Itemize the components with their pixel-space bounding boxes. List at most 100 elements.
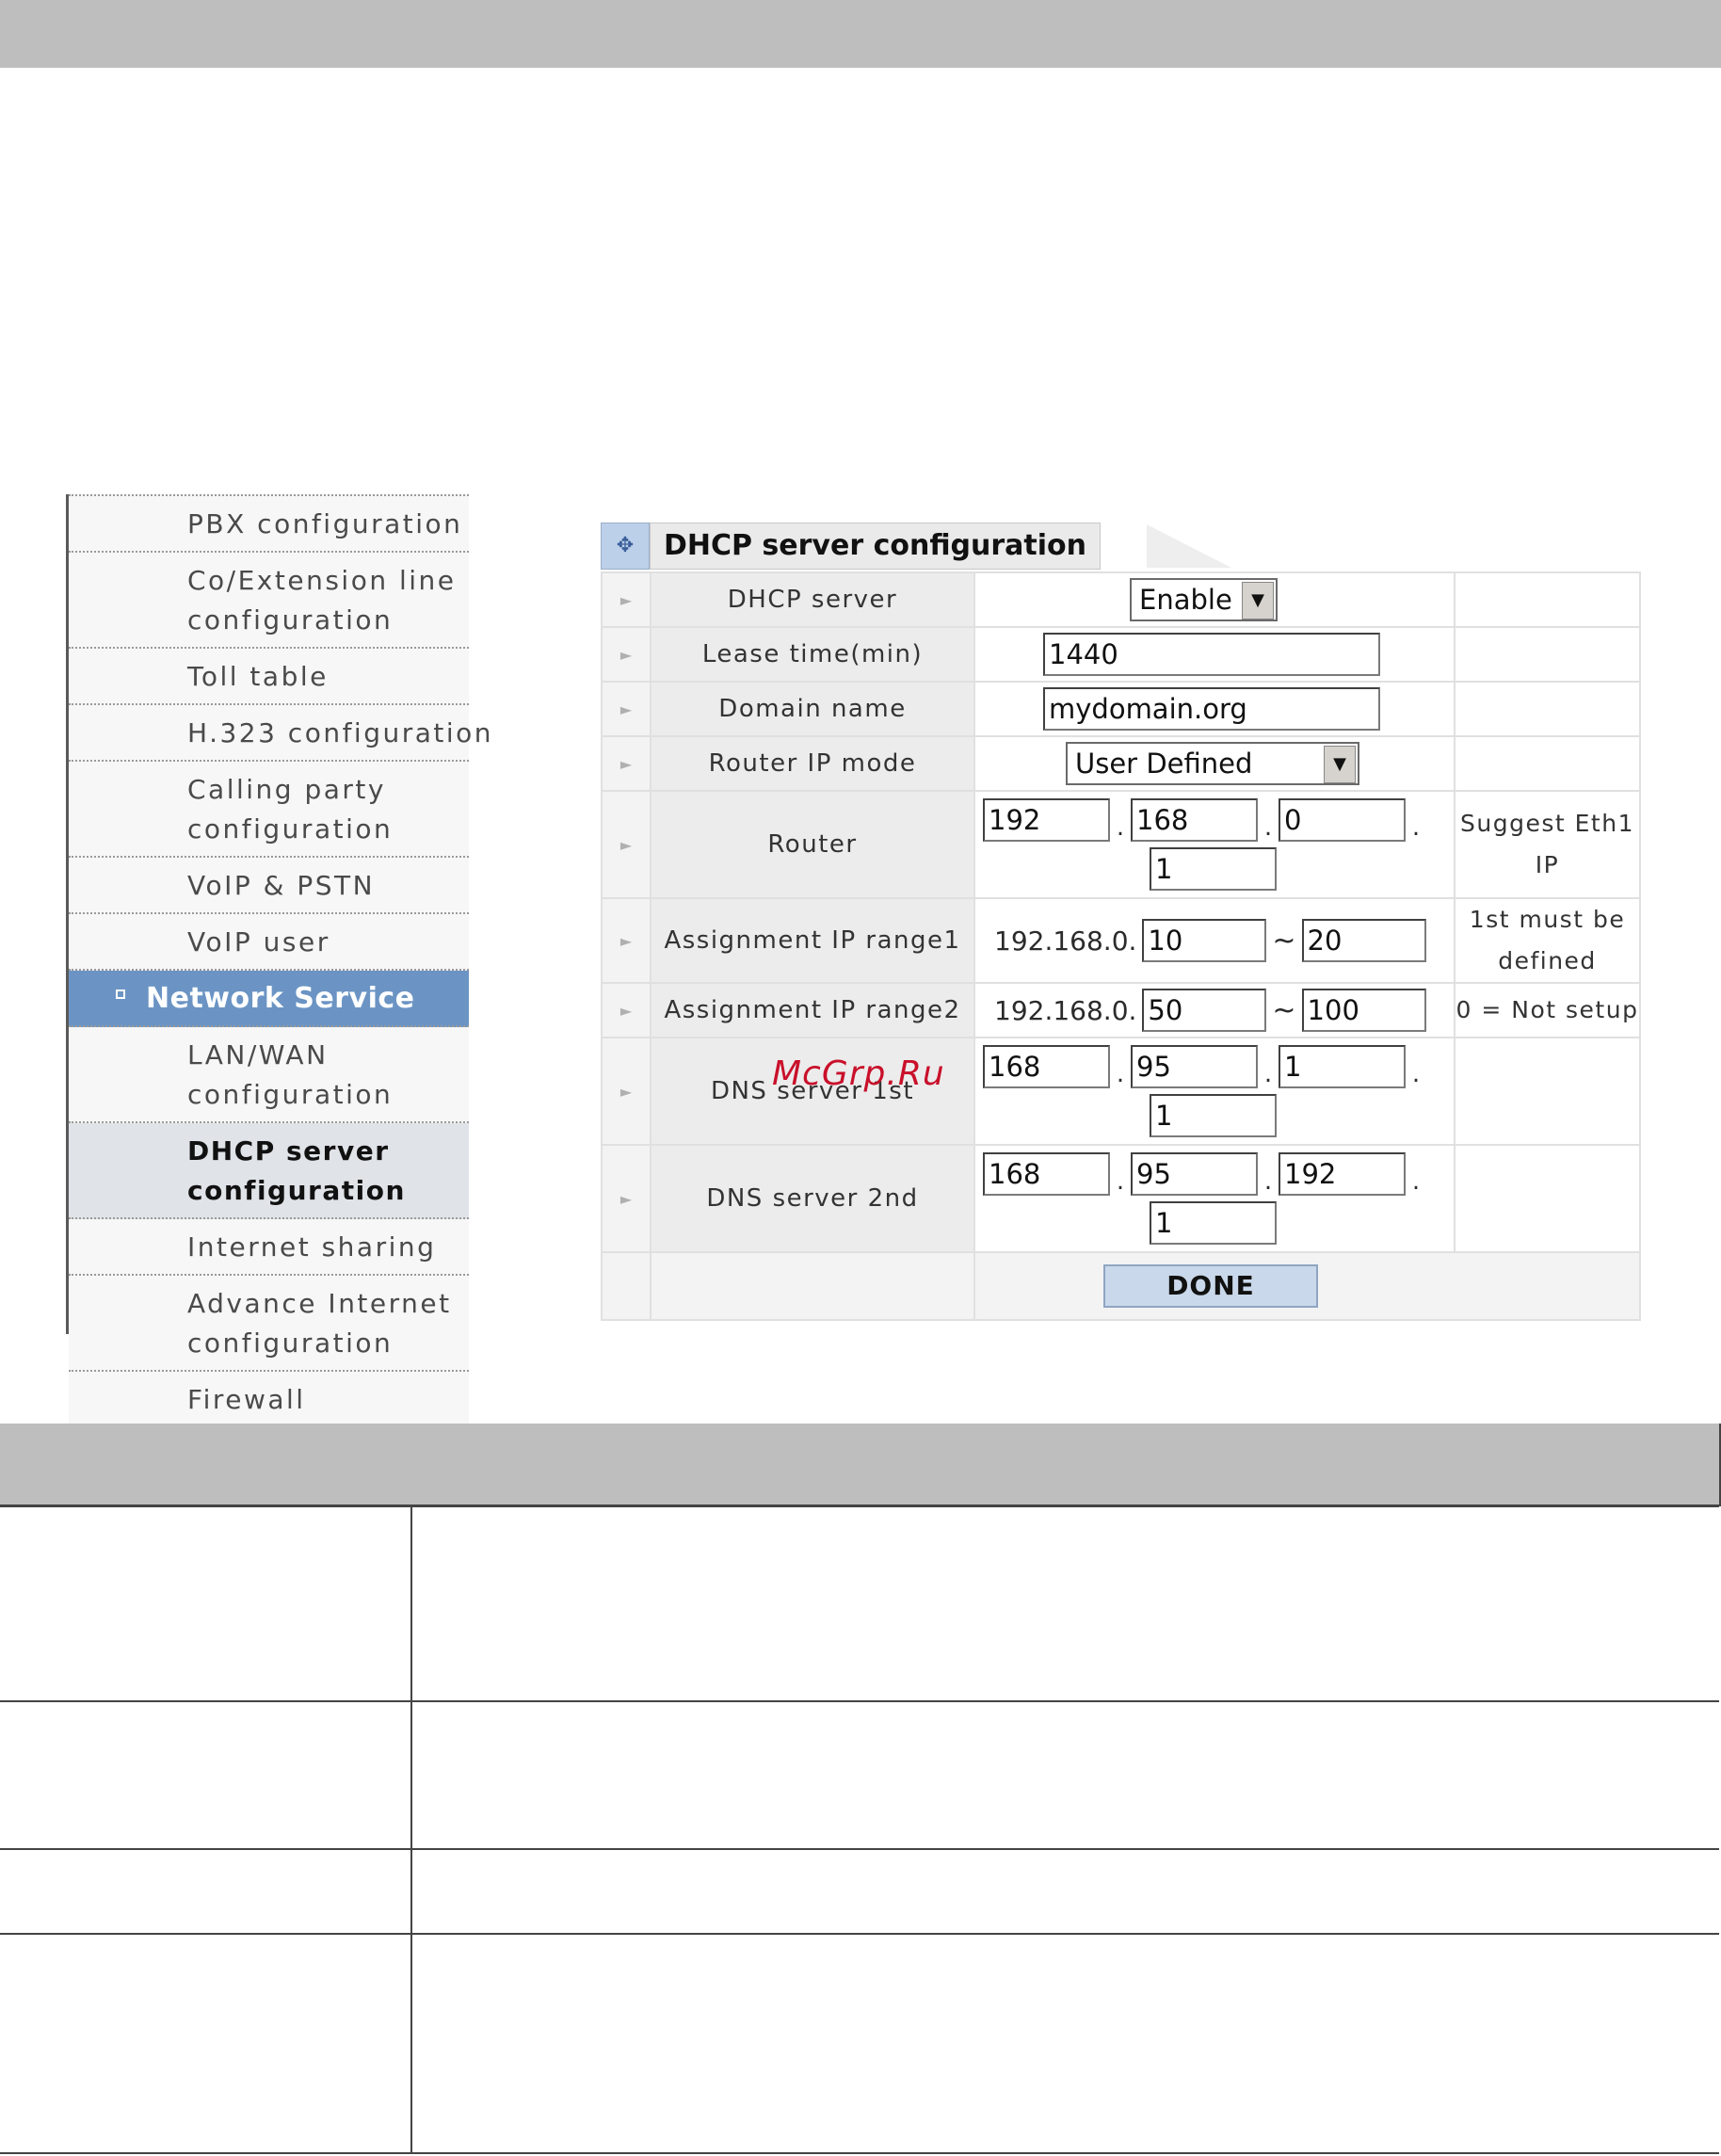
description-table-header bbox=[0, 1424, 1719, 1507]
sidebar-item[interactable]: Network Service bbox=[69, 971, 469, 1027]
label-range2: Assignment IP range2 bbox=[650, 982, 975, 1038]
sidebar-item-label: LAN/WAN bbox=[187, 1039, 329, 1070]
ip-separator: . bbox=[1411, 813, 1421, 842]
sidebar-item[interactable]: H.323 configuration bbox=[69, 705, 494, 762]
sidebar-item-label: Firewall bbox=[187, 1384, 306, 1415]
range-separator: ~ bbox=[1272, 924, 1296, 957]
row-dhcp-server: ► DHCP server Enable ▼ bbox=[601, 571, 1641, 628]
panel-tab-bar: ✥ DHCP server configuration bbox=[601, 523, 1641, 570]
range-separator: ~ bbox=[1272, 993, 1296, 1027]
router-note-line-2: IP bbox=[1535, 851, 1560, 878]
router-ip-mode-select[interactable]: User Defined ▼ bbox=[1066, 742, 1359, 785]
sidebar-item-label: Network Service bbox=[146, 982, 415, 1015]
expand-icon[interactable]: ✥ bbox=[601, 523, 650, 570]
sidebar-item[interactable]: Calling party configuration bbox=[69, 762, 469, 858]
dns1-octet-2[interactable]: 95 bbox=[1131, 1045, 1258, 1088]
sidebar-item-label: configuration bbox=[187, 813, 394, 845]
row-dns2: ► DNS server 2nd 168. 95. 192. 1 bbox=[601, 1144, 1641, 1253]
range2-note: 0 = Not setup bbox=[1454, 982, 1641, 1038]
watermark: McGrp.Ru bbox=[772, 1054, 945, 1093]
right-arrow-icon: ► bbox=[619, 590, 633, 609]
router-octet-3[interactable]: 0 bbox=[1279, 798, 1406, 842]
right-arrow-icon: ► bbox=[619, 1082, 633, 1101]
sidebar-item-label: configuration bbox=[187, 1327, 394, 1359]
ip-separator: . bbox=[1263, 1167, 1273, 1196]
chevron-down-icon[interactable]: ▼ bbox=[1242, 582, 1274, 619]
chevron-down-icon[interactable]: ▼ bbox=[1324, 746, 1356, 783]
range1-note-line-2: defined bbox=[1498, 947, 1597, 974]
row-range1: ► Assignment IP range1 192.168.0. 10 ~20 1… bbox=[601, 897, 1641, 984]
range1-from-input[interactable]: 10 bbox=[1142, 919, 1267, 962]
ip-separator: . bbox=[1411, 1060, 1421, 1088]
dns2-octet-3[interactable]: 192 bbox=[1279, 1152, 1406, 1196]
top-header-band bbox=[0, 0, 1721, 68]
label-lease-time: Lease time(min) bbox=[650, 626, 975, 683]
range2-from-input[interactable]: 50 bbox=[1142, 989, 1267, 1032]
dhcp-server-select[interactable]: Enable ▼ bbox=[1130, 578, 1278, 621]
right-arrow-icon: ► bbox=[619, 835, 633, 854]
ip-separator: . bbox=[1411, 1167, 1421, 1196]
sidebar-item-label: DHCP server bbox=[187, 1135, 390, 1166]
sidebar-item-label: Advance Internet bbox=[187, 1288, 452, 1319]
sidebar-item-list: PBX configuration Co/Extension line config… bbox=[69, 494, 494, 1468]
sidebar-item-label: PBX configuration bbox=[187, 508, 463, 539]
dns2-octet-1[interactable]: 168 bbox=[983, 1152, 1110, 1196]
description-row bbox=[0, 1507, 1719, 1702]
row-router-ip-mode: ► Router IP mode User Defined ▼ bbox=[601, 735, 1641, 792]
sidebar-item[interactable]: Advance Internet configuration bbox=[69, 1276, 469, 1372]
dns1-octet-4[interactable]: 1 bbox=[1150, 1094, 1277, 1137]
sidebar-item-label: VoIP & PSTN bbox=[187, 870, 376, 901]
router-octet-4[interactable]: 1 bbox=[1150, 847, 1277, 891]
ip-separator: . bbox=[1263, 813, 1273, 842]
sidebar-item[interactable]: PBX configuration bbox=[69, 494, 469, 553]
range2-to-input[interactable]: 100 bbox=[1301, 989, 1426, 1032]
label-router: Router bbox=[650, 790, 975, 899]
router-ip-mode-value: User Defined bbox=[1075, 748, 1253, 780]
sidebar-item[interactable]: LAN/WAN configuration bbox=[69, 1027, 469, 1123]
ip-separator: . bbox=[1116, 813, 1125, 842]
sidebar-item[interactable]: DHCP server configuration bbox=[69, 1123, 469, 1219]
domain-name-input[interactable]: mydomain.org bbox=[1043, 687, 1380, 731]
row-dns1: ► DNS server 1st 168. 95. 1. 1 bbox=[601, 1037, 1641, 1146]
dns1-octet-1[interactable]: 168 bbox=[983, 1045, 1110, 1088]
sidebar-item-label: H.323 configuration bbox=[187, 717, 494, 748]
sidebar-item[interactable]: Internet sharing bbox=[69, 1219, 469, 1276]
range1-note-line-1: 1st must be bbox=[1469, 906, 1626, 933]
router-note: Suggest Eth1 IP bbox=[1454, 790, 1641, 899]
row-actions: DONE bbox=[601, 1251, 1641, 1321]
sidebar-item-label: Co/Extension line bbox=[187, 565, 457, 596]
description-row bbox=[0, 1935, 1719, 2154]
dhcp-server-value: Enable bbox=[1139, 584, 1232, 616]
router-octet-2[interactable]: 168 bbox=[1131, 798, 1258, 842]
square-bullet-icon bbox=[116, 990, 125, 999]
lease-time-input[interactable]: 1440 bbox=[1043, 633, 1380, 676]
label-dns2: DNS server 2nd bbox=[650, 1144, 975, 1253]
sidebar-item[interactable]: Co/Extension line configuration bbox=[69, 553, 469, 649]
dns2-octet-4[interactable]: 1 bbox=[1150, 1201, 1277, 1245]
right-arrow-icon: ► bbox=[619, 754, 633, 773]
panel-title: DHCP server configuration bbox=[650, 523, 1101, 570]
router-octet-1[interactable]: 192 bbox=[983, 798, 1110, 842]
sidebar-item-label: configuration bbox=[187, 604, 394, 636]
row-router: ► Router 192. 168. 0. 1 Suggest Eth1 IP bbox=[601, 790, 1641, 899]
range2-prefix: 192.168.0. bbox=[994, 994, 1137, 1026]
sidebar-item-label: VoIP user bbox=[187, 926, 330, 957]
sidebar-item[interactable]: Toll table bbox=[69, 649, 469, 705]
sidebar-item-label: Toll table bbox=[187, 661, 329, 692]
label-range1: Assignment IP range1 bbox=[650, 897, 975, 984]
sidebar-item[interactable]: VoIP user bbox=[69, 914, 469, 971]
right-arrow-icon: ► bbox=[619, 700, 633, 718]
range1-to-input[interactable]: 20 bbox=[1301, 919, 1426, 962]
row-lease-time: ► Lease time(min) 1440 bbox=[601, 626, 1641, 683]
dhcp-config-table: ► DHCP server Enable ▼ ► Lease time(min)… bbox=[601, 571, 1641, 1321]
sidebar-item-label: configuration bbox=[187, 1079, 394, 1110]
row-domain-name: ► Domain name mydomain.org bbox=[601, 681, 1641, 737]
dns1-octet-3[interactable]: 1 bbox=[1279, 1045, 1406, 1088]
dns2-octet-2[interactable]: 95 bbox=[1131, 1152, 1258, 1196]
label-router-ip-mode: Router IP mode bbox=[650, 735, 975, 792]
range1-note: 1st must be defined bbox=[1454, 897, 1641, 984]
dhcp-config-panel: ✥ DHCP server configuration ► DHCP serve… bbox=[601, 523, 1641, 1321]
row-range2: ► Assignment IP range2 192.168.0. 50 ~100 … bbox=[601, 982, 1641, 1038]
done-button[interactable]: DONE bbox=[1103, 1264, 1318, 1308]
sidebar-item[interactable]: VoIP & PSTN bbox=[69, 858, 469, 914]
